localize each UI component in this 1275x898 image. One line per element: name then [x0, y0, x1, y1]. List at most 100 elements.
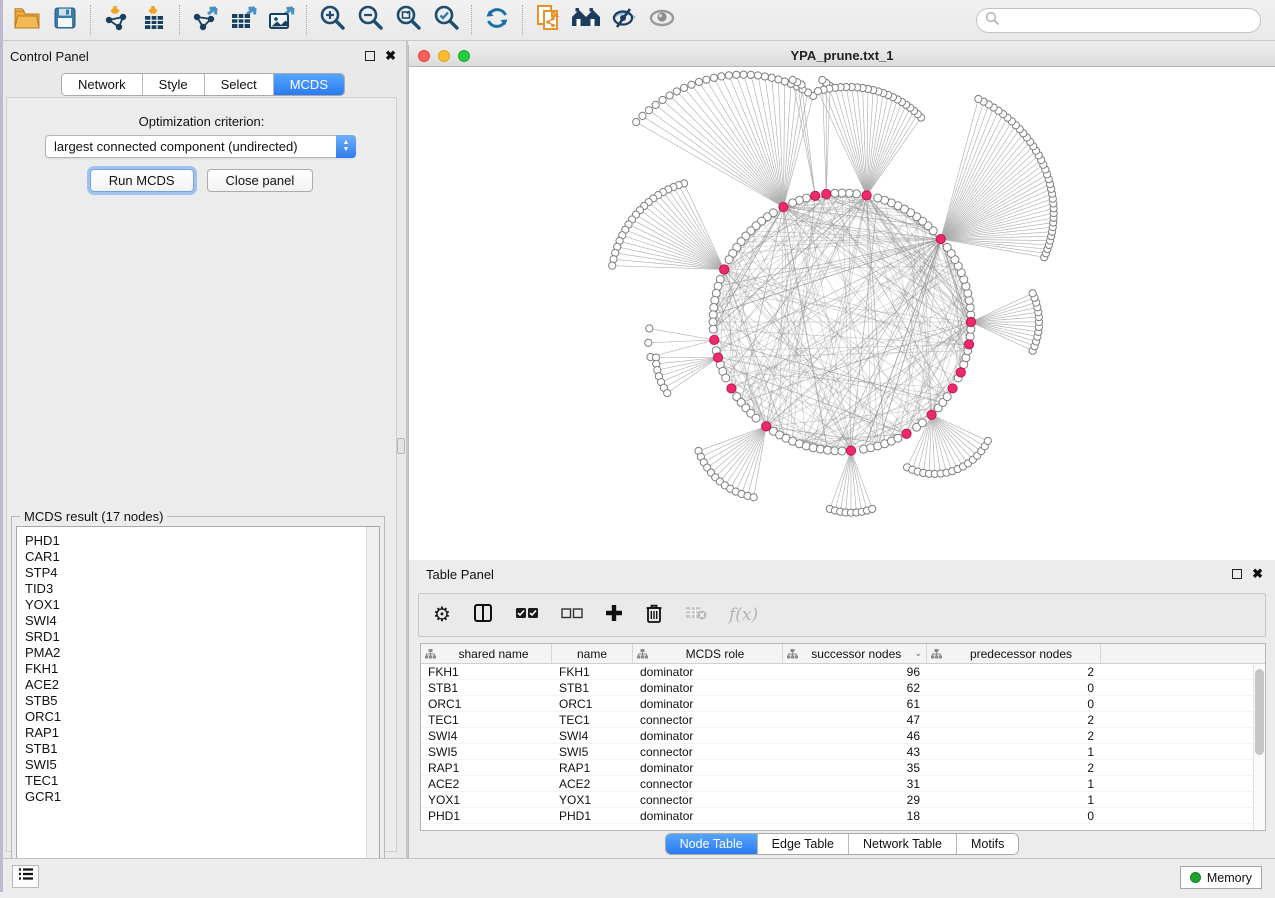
tab-motifs[interactable]: Motifs — [957, 834, 1018, 854]
table-row[interactable]: ACE2ACE2connector311 — [421, 776, 1265, 792]
select-all-button[interactable] — [515, 606, 539, 624]
table-cell[interactable]: FKH1 — [421, 664, 552, 679]
table-row[interactable]: YOX1YOX1connector291 — [421, 792, 1265, 808]
close-panel-button[interactable]: Close panel — [207, 169, 314, 192]
table-cell[interactable]: TEC1 — [421, 712, 552, 727]
tab-network[interactable]: Network — [62, 74, 143, 95]
hide-selected-button[interactable] — [605, 4, 643, 36]
mcds-result-item[interactable]: RAP1 — [25, 725, 379, 741]
import-network-button[interactable] — [97, 4, 135, 36]
table-cell[interactable]: SWI4 — [552, 728, 633, 743]
table-row[interactable]: PHD1PHD1dominator180 — [421, 808, 1265, 824]
table-cell[interactable]: SWI5 — [552, 744, 633, 759]
mcds-result-item[interactable]: TEC1 — [25, 773, 379, 789]
table-cell[interactable]: 2 — [927, 664, 1101, 679]
table-scrollbar-thumb[interactable] — [1255, 669, 1264, 755]
delete-table-button[interactable] — [685, 605, 707, 626]
table-cell[interactable]: connector — [633, 712, 783, 727]
tab-style[interactable]: Style — [143, 74, 205, 95]
float-table-panel-icon[interactable] — [1232, 569, 1242, 579]
column-header-successor-nodes[interactable]: successor nodes⌄ — [783, 644, 927, 663]
table-cell[interactable]: RAP1 — [421, 760, 552, 775]
table-cell[interactable]: ORC1 — [552, 696, 633, 711]
table-row[interactable]: SWI4SWI4dominator462 — [421, 728, 1265, 744]
network-graph[interactable] — [409, 67, 1275, 560]
table-cell[interactable]: 35 — [783, 760, 927, 775]
table-cell[interactable]: STB1 — [552, 680, 633, 695]
table-cell[interactable]: 43 — [783, 744, 927, 759]
table-row[interactable]: ORC1ORC1dominator610 — [421, 696, 1265, 712]
tab-node-table[interactable]: Node Table — [666, 834, 758, 854]
table-cell[interactable]: 61 — [783, 696, 927, 711]
mcds-result-item[interactable]: STB1 — [25, 741, 379, 757]
open-button[interactable] — [8, 4, 46, 36]
table-cell[interactable]: 1 — [927, 776, 1101, 791]
table-cell[interactable]: RAP1 — [552, 760, 633, 775]
refresh-button[interactable] — [478, 4, 516, 36]
float-panel-icon[interactable] — [365, 51, 375, 61]
table-cell[interactable]: PHD1 — [552, 808, 633, 823]
mcds-result-item[interactable]: SWI4 — [25, 613, 379, 629]
table-cell[interactable]: 18 — [783, 808, 927, 823]
tab-mcds[interactable]: MCDS — [274, 74, 344, 95]
sort-chevron-icon[interactable]: ⌄ — [914, 648, 922, 659]
table-cell[interactable]: TEC1 — [552, 712, 633, 727]
memory-button[interactable]: Memory — [1180, 866, 1262, 889]
table-cell[interactable]: 62 — [783, 680, 927, 695]
splitter-grip[interactable] — [397, 438, 405, 454]
close-table-panel-icon[interactable]: ✖ — [1252, 569, 1263, 579]
duplicate-network-button[interactable] — [529, 4, 567, 36]
table-cell[interactable]: dominator — [633, 760, 783, 775]
table-cell[interactable]: FKH1 — [552, 664, 633, 679]
mcds-result-item[interactable]: FKH1 — [25, 661, 379, 677]
table-cell[interactable]: 31 — [783, 776, 927, 791]
table-cell[interactable]: ORC1 — [421, 696, 552, 711]
network-canvas[interactable] — [409, 67, 1275, 560]
table-cell[interactable]: 0 — [927, 680, 1101, 695]
table-cell[interactable]: 96 — [783, 664, 927, 679]
export-network-button[interactable] — [186, 4, 224, 36]
table-cell[interactable]: SWI5 — [421, 744, 552, 759]
mcds-result-item[interactable]: SRD1 — [25, 629, 379, 645]
mcds-result-list[interactable]: PHD1CAR1STP4TID3YOX1SWI4SRD1PMA2FKH1ACE2… — [16, 526, 380, 883]
column-header-name[interactable]: name — [552, 644, 633, 663]
zoom-in-button[interactable] — [313, 4, 351, 36]
table-row[interactable]: RAP1RAP1dominator352 — [421, 760, 1265, 776]
mcds-result-item[interactable]: TID3 — [25, 581, 379, 597]
tab-select[interactable]: Select — [205, 74, 274, 95]
table-cell[interactable]: 29 — [783, 792, 927, 807]
table-cell[interactable]: YOX1 — [552, 792, 633, 807]
table-cell[interactable]: 1 — [927, 792, 1101, 807]
mcds-result-item[interactable]: GCR1 — [25, 789, 379, 805]
search-text-field[interactable] — [1000, 11, 1260, 31]
table-cell[interactable]: 0 — [927, 808, 1101, 823]
mcds-result-item[interactable]: STB5 — [25, 693, 379, 709]
mcds-result-item[interactable]: SWI5 — [25, 757, 379, 773]
table-cell[interactable]: 0 — [927, 696, 1101, 711]
column-header-shared-name[interactable]: shared name — [421, 644, 552, 663]
mcds-list-scrollbar[interactable] — [366, 527, 379, 882]
export-table-button[interactable] — [224, 4, 262, 36]
table-cell[interactable]: dominator — [633, 664, 783, 679]
mcds-result-item[interactable]: STP4 — [25, 565, 379, 581]
save-button[interactable] — [46, 4, 84, 36]
table-cell[interactable]: 1 — [927, 744, 1101, 759]
mcds-result-item[interactable]: PMA2 — [25, 645, 379, 661]
table-cell[interactable]: 2 — [927, 760, 1101, 775]
table-row[interactable]: FKH1FKH1dominator962 — [421, 664, 1265, 680]
column-layout-button[interactable] — [473, 603, 493, 628]
show-all-button[interactable] — [643, 4, 681, 36]
zoom-selected-button[interactable] — [427, 4, 465, 36]
table-cell[interactable]: PHD1 — [421, 808, 552, 823]
table-cell[interactable]: YOX1 — [421, 792, 552, 807]
export-image-button[interactable] — [262, 4, 300, 36]
table-cell[interactable]: connector — [633, 744, 783, 759]
mcds-result-item[interactable]: YOX1 — [25, 597, 379, 613]
zoom-out-button[interactable] — [351, 4, 389, 36]
table-row[interactable]: STB1STB1dominator620 — [421, 680, 1265, 696]
table-cell[interactable]: ACE2 — [552, 776, 633, 791]
table-row[interactable]: SWI5SWI5connector431 — [421, 744, 1265, 760]
first-neighbors-button[interactable] — [567, 4, 605, 36]
table-cell[interactable]: 2 — [927, 728, 1101, 743]
table-cell[interactable]: 2 — [927, 712, 1101, 727]
